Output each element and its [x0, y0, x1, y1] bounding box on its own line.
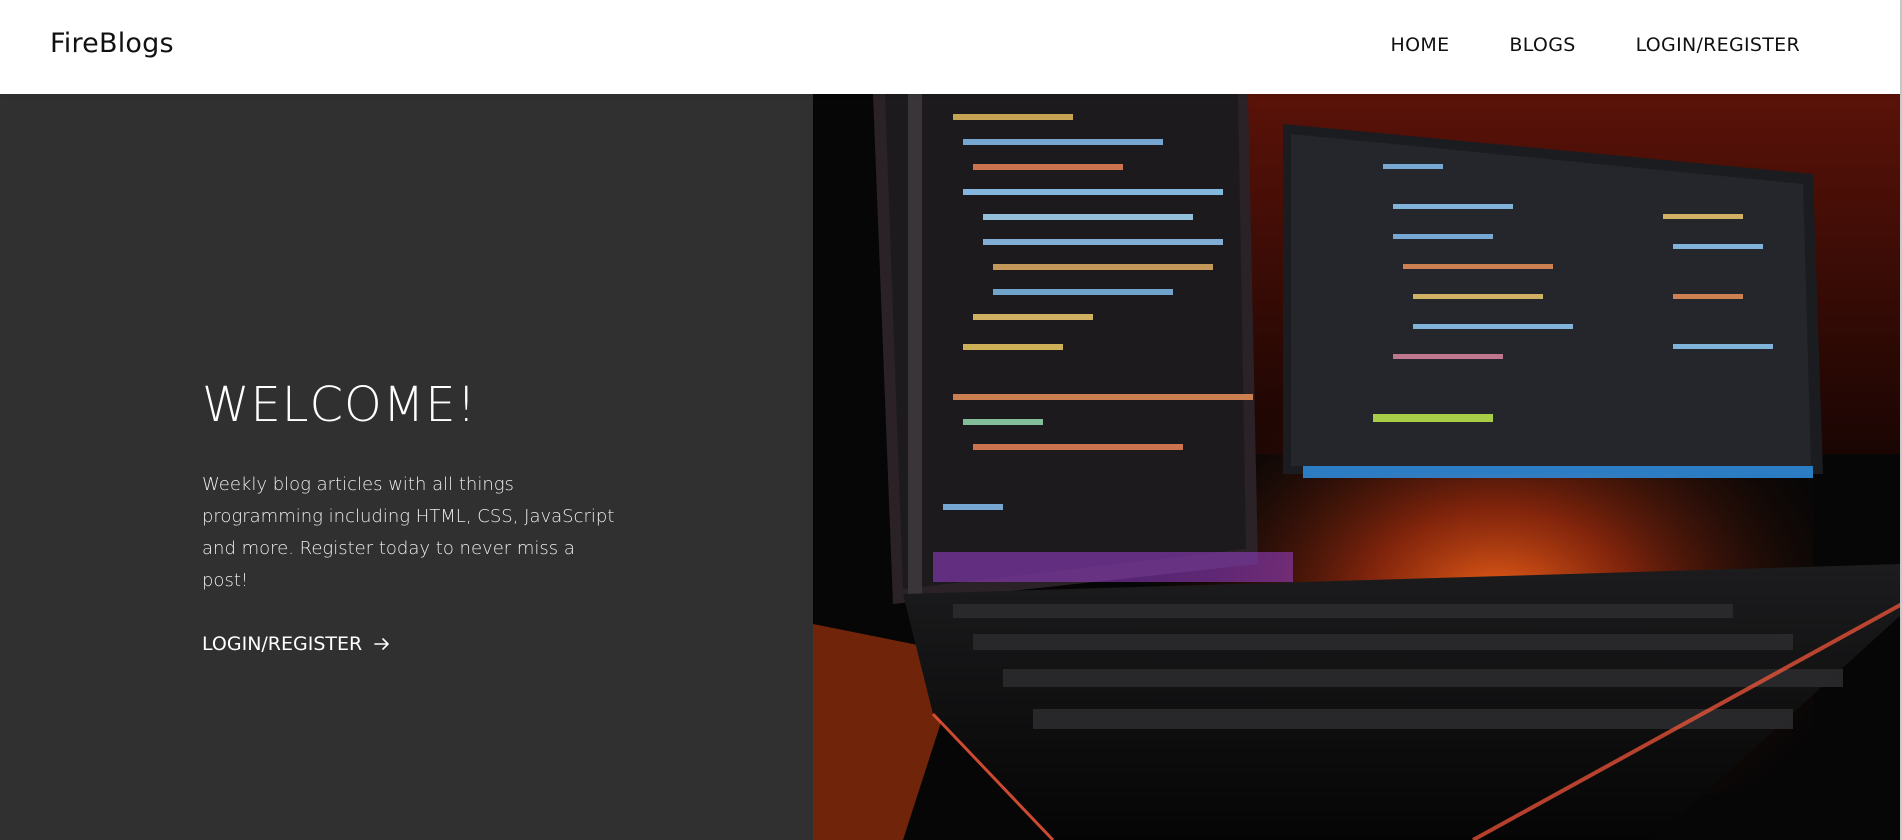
hero-description: Weekly blog articles with all things pro…: [202, 469, 622, 597]
page: FireBlogs HOME BLOGS LOGIN/REGISTER WELC…: [0, 0, 1900, 840]
hero-description-line: programming including HTML, CSS, JavaScr…: [202, 506, 615, 527]
hero-content: WELCOME! Weekly blog articles with all t…: [202, 377, 622, 655]
nav-home-link[interactable]: HOME: [1391, 34, 1450, 56]
arrow-right-icon: [374, 638, 390, 650]
main-nav: HOME BLOGS LOGIN/REGISTER: [1391, 34, 1800, 56]
site-logo[interactable]: FireBlogs: [50, 28, 174, 59]
nav-login-register-link[interactable]: LOGIN/REGISTER: [1636, 34, 1800, 56]
hero-title: WELCOME!: [202, 377, 477, 433]
hero-description-line: and more. Register today to never miss a…: [202, 538, 575, 591]
hero-photo-monitors-keyboard: [813, 94, 1900, 840]
hero-image: [813, 94, 1900, 840]
site-header: FireBlogs HOME BLOGS LOGIN/REGISTER: [0, 0, 1900, 94]
hero-text-panel: WELCOME! Weekly blog articles with all t…: [0, 94, 813, 840]
hero-login-register-link[interactable]: LOGIN/REGISTER: [202, 633, 392, 655]
nav-blogs-link[interactable]: BLOGS: [1509, 34, 1575, 56]
hero-description-line: Weekly blog articles with all things: [202, 474, 514, 495]
hero-cta-label: LOGIN/REGISTER: [202, 633, 363, 655]
hero-section: WELCOME! Weekly blog articles with all t…: [0, 94, 1900, 840]
